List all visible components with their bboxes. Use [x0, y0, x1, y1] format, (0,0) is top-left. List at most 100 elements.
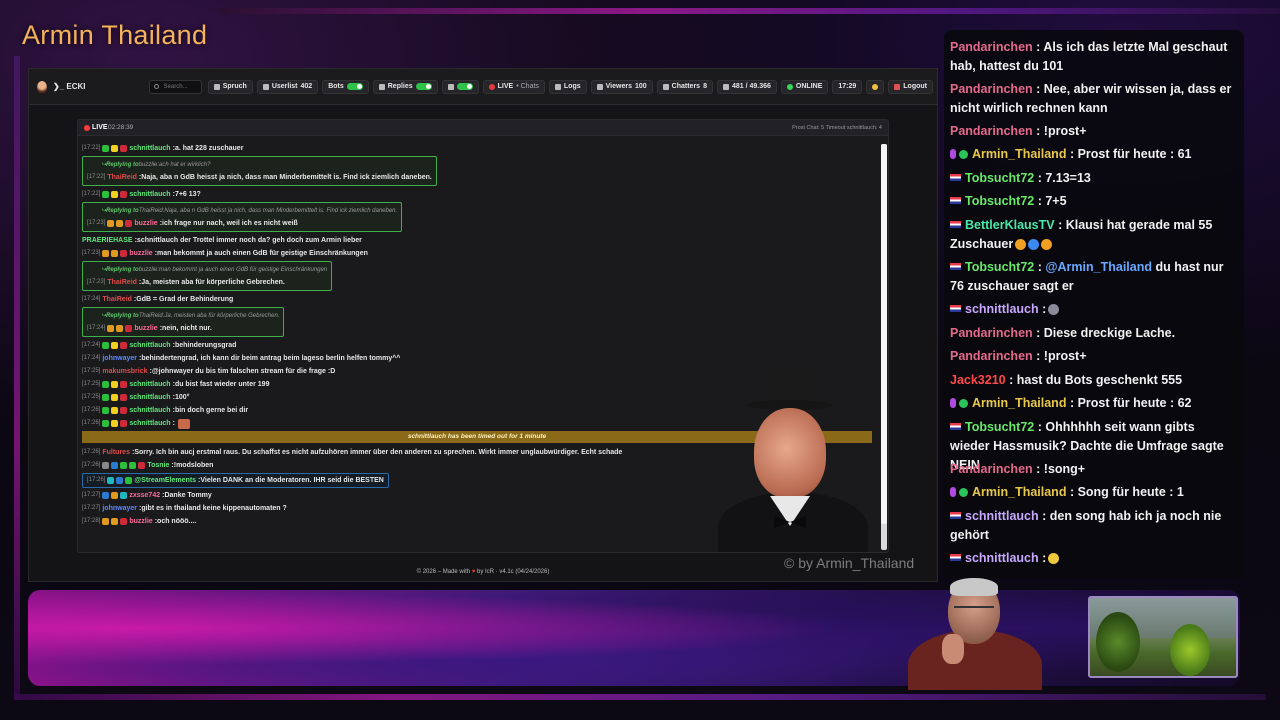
timestamp: [17:26]: [82, 407, 101, 413]
user-badge-icon: [111, 250, 119, 257]
replies-toggle[interactable]: Replies: [372, 79, 438, 94]
chat-username[interactable]: johnwayer: [102, 504, 137, 513]
stream-chat-message: Pandarinchen : Diese dreckige Lache.: [950, 324, 1236, 343]
chat-message-text: Danke Tommy: [164, 492, 212, 499]
user-badge-icon: [111, 462, 119, 469]
bell-icon: [447, 83, 454, 90]
user-badge-icon: [111, 394, 119, 401]
chat-username[interactable]: schnittlauch: [129, 190, 170, 199]
stream-chat-username: Jack3210: [950, 373, 1006, 387]
scrollbar-thumb[interactable]: [881, 144, 887, 524]
chat-username[interactable]: schnittlauch: [129, 380, 170, 389]
theme-toggle[interactable]: [866, 79, 885, 94]
broadcaster-mic-icon: [950, 149, 956, 159]
messages-stat[interactable]: 481 / 49.366: [716, 79, 777, 94]
app-brand[interactable]: ❯_ ECKI: [37, 80, 149, 93]
bots-toggle[interactable]: Bots: [322, 79, 369, 94]
user-badge-icon: [116, 477, 124, 484]
user-icon: [262, 83, 269, 90]
chat-username[interactable]: ThaiReid: [102, 295, 132, 304]
user-badge-icon: [107, 324, 115, 332]
garden-camera-feed: [1088, 596, 1238, 678]
chat-username[interactable]: PRAERIEHASE: [82, 236, 133, 245]
chat-row: PRAERIEHASE: schnittlauch der Trottel im…: [82, 234, 874, 247]
chat-message-text: 7+6 13?: [174, 191, 201, 198]
stream-chat-message: Pandarinchen : Nee, aber wir wissen ja, …: [950, 80, 1236, 118]
stream-chat-username: Pandarinchen: [950, 462, 1033, 476]
user-badge-icon: [116, 324, 124, 332]
stream-chat-message: BettlerKlausTV : Klausi hat gerade mal 5…: [950, 216, 1236, 254]
chat-message-text: 100°: [174, 394, 190, 401]
chat-row: [17:23] buzzlie: ich frage nur nach, weil…: [87, 217, 397, 229]
chat-username[interactable]: buzzlie: [134, 324, 157, 333]
chat-row: [17:22] ThaiReid: Naja, aba n GdB heisst …: [87, 171, 432, 183]
stream-chat-username: BettlerKlausTV: [965, 218, 1055, 232]
stream-chat-text: : Song für heute : 1: [1066, 485, 1184, 499]
reply-icon: [378, 83, 385, 90]
stream-chat-username: schnittlauch: [965, 302, 1039, 316]
chat-username[interactable]: ThaiReid: [107, 173, 137, 182]
timestamp: [17:25]: [82, 394, 101, 400]
user-badge-icon: [120, 342, 128, 349]
reply-thread: ↪ Replying to buzzlie: ach hat er wirkli…: [82, 156, 437, 186]
app-navbar: ❯_ ECKI Search... Spruch Userlist 402 Bot…: [29, 69, 937, 105]
chat-username[interactable]: schnittlauch: [129, 393, 170, 402]
chat-username[interactable]: buzzlie: [129, 249, 152, 258]
moon-icon: [872, 83, 879, 90]
stream-chat-username: Armin_Thailand: [972, 396, 1067, 410]
chat-username[interactable]: schnittlauch: [129, 419, 170, 428]
chat-username[interactable]: schnittlauch: [129, 341, 170, 350]
search-input[interactable]: Search...: [148, 79, 202, 94]
live-chats-button[interactable]: LIVE • Chats: [482, 79, 545, 94]
chat-username[interactable]: makumsbrick: [102, 367, 147, 376]
chat-message-text: du bist fast wieder unter 199: [174, 381, 270, 388]
stream-chat-message: schnittlauch : den song hab ich ja noch …: [950, 507, 1236, 545]
chat-username[interactable]: buzzlie: [129, 517, 152, 526]
webcam-feed: [890, 572, 1050, 690]
highlighted-message: [17:26] @StreamElements: Vielen DANK an d…: [82, 473, 389, 488]
chat-username[interactable]: Fultures: [102, 448, 130, 457]
chat-username[interactable]: @StreamElements: [134, 476, 196, 485]
stream-chat-mention: @Armin_Thailand: [1045, 260, 1152, 274]
chat-separator: :: [172, 420, 175, 427]
user-badge-icon: [129, 462, 137, 469]
extra-toggle[interactable]: [441, 79, 479, 94]
timestamp: [17:24]: [82, 296, 101, 302]
timestamp: [17:23]: [87, 278, 106, 285]
reply-wrapper: ↪ Replying to buzzlie: ach hat er wirkli…: [82, 155, 874, 188]
chat-username[interactable]: schnittlauch: [129, 406, 170, 415]
stream-chat-text: : 7+5: [1034, 194, 1067, 208]
timestamp: [17:24]: [87, 324, 106, 331]
timestamp: [17:26]: [82, 462, 101, 468]
userlist-button[interactable]: Userlist 402: [256, 79, 319, 94]
heart-icon: ♥: [471, 569, 476, 575]
chat-row: [17:26] @StreamElements: Vielen DANK an d…: [87, 474, 384, 487]
stream-chat-text: : !prost+: [1032, 349, 1087, 363]
chat-username[interactable]: buzzlie: [134, 219, 157, 228]
chat-row: [17:24] buzzlie: nein, nicht nur.: [87, 322, 279, 334]
chat-username[interactable]: schnittlauch: [129, 144, 170, 153]
timestamp: [17:26]: [82, 420, 101, 426]
user-badge-icon: [111, 381, 119, 388]
reply-thread: ↪ Replying to ThaiReid: Naja, aba n GdB …: [82, 202, 403, 232]
chat-username[interactable]: johnwayer: [102, 354, 137, 363]
chatters-stat[interactable]: Chatters 8: [656, 79, 713, 94]
user-badge-icon: [111, 342, 119, 349]
spruch-button[interactable]: Spruch: [207, 79, 253, 94]
stream-chat-message: Armin_Thailand : Song für heute : 1: [950, 483, 1236, 502]
subscriber-flag-icon: [950, 554, 961, 561]
timestamp: [17:22]: [82, 191, 101, 197]
reply-prefix: Replying to: [106, 266, 139, 273]
logs-button[interactable]: Logs: [548, 79, 587, 94]
stream-chat-message: Armin_Thailand : Prost für heute : 62: [950, 394, 1236, 413]
chat-username[interactable]: ThaiReid: [107, 278, 137, 287]
logout-button[interactable]: Logout: [888, 79, 933, 94]
timestamp: [17:27]: [82, 505, 101, 511]
viewers-stat[interactable]: Viewers 100: [590, 79, 653, 94]
chat-username[interactable]: Tosnie: [147, 461, 169, 470]
stream-chat-message: Pandarinchen : !song+: [950, 460, 1236, 479]
online-status[interactable]: ONLINE: [780, 79, 829, 94]
chat-message-text: behindertengrad, ich kann dir beim antra…: [141, 355, 401, 362]
chat-message-text: Ja, meisten aba für körperliche Gebreche…: [141, 278, 285, 286]
chat-username[interactable]: zxsse742: [129, 491, 160, 500]
